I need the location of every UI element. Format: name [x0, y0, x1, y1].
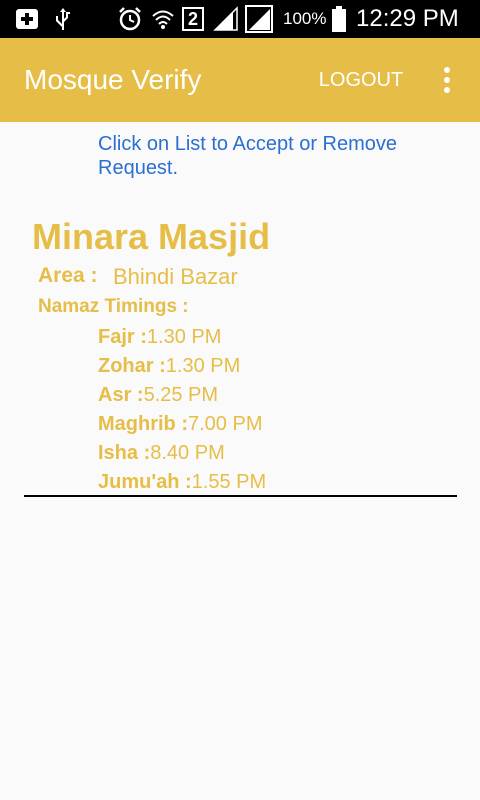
- logout-button[interactable]: LOGOUT: [312, 56, 410, 104]
- timing-row: Jumu'ah :1.55 PM: [98, 468, 266, 497]
- prayer-time: 5.25 PM: [143, 384, 219, 406]
- signal-icon: [244, 0, 274, 38]
- timing-row: Zohar :1.30 PM: [98, 352, 266, 381]
- overflow-dot: [444, 87, 450, 93]
- overflow-dot: [444, 77, 450, 83]
- prayer-name: Fajr :: [98, 326, 147, 348]
- prayer-time: 1.30 PM: [146, 326, 222, 348]
- battery-percent: 100%: [283, 9, 327, 28]
- more-vert-icon[interactable]: [430, 58, 464, 102]
- prayer-name: Maghrib :: [98, 413, 188, 435]
- alarm-icon: [116, 0, 144, 38]
- app-bar: Mosque Verify LOGOUT: [0, 38, 480, 122]
- prayer-time: 1.30 PM: [165, 355, 241, 377]
- timing-row: Isha :8.40 PM: [98, 439, 266, 468]
- timing-row: Maghrib :7.00 PM: [98, 410, 266, 439]
- prayer-name: Isha :: [98, 442, 151, 464]
- signal-icon: [212, 0, 240, 38]
- namaz-timings-label: Namaz Timings :: [38, 296, 189, 317]
- app-title: Mosque Verify: [24, 64, 202, 95]
- prayer-name: Zohar :: [98, 355, 166, 377]
- timings-list: Fajr :1.30 PM Zohar :1.30 PM Asr :5.25 P…: [98, 323, 266, 497]
- overflow-dot: [444, 67, 450, 73]
- mosque-request-list-item[interactable]: Minara Masjid Area : Bhindi Bazar Namaz …: [24, 212, 457, 497]
- sim-2-icon: 2: [180, 0, 206, 38]
- wifi-icon: [150, 0, 176, 38]
- prayer-name: Asr :: [98, 384, 144, 406]
- timing-row: Asr :5.25 PM: [98, 381, 266, 410]
- area-label: Area :: [38, 264, 98, 287]
- battery-icon: [330, 0, 348, 38]
- prayer-time: 8.40 PM: [150, 442, 225, 464]
- instruction-text: Click on List to Accept or Remove Reques…: [98, 133, 398, 179]
- status-bar: 2 100% 12:29 PM: [0, 0, 480, 38]
- prayer-name: Jumu'ah :: [98, 471, 192, 493]
- area-value: Bhindi Bazar: [113, 264, 238, 289]
- prayer-time: 7.00 PM: [188, 413, 263, 435]
- usb-icon: [52, 0, 74, 38]
- timing-row: Fajr :1.30 PM: [98, 323, 266, 352]
- mosque-name: Minara Masjid: [32, 216, 271, 257]
- add-notification-icon: [14, 0, 42, 38]
- sim-number: 2: [182, 7, 204, 31]
- prayer-time: 1.55 PM: [191, 471, 267, 493]
- clock: 12:29 PM: [356, 5, 459, 32]
